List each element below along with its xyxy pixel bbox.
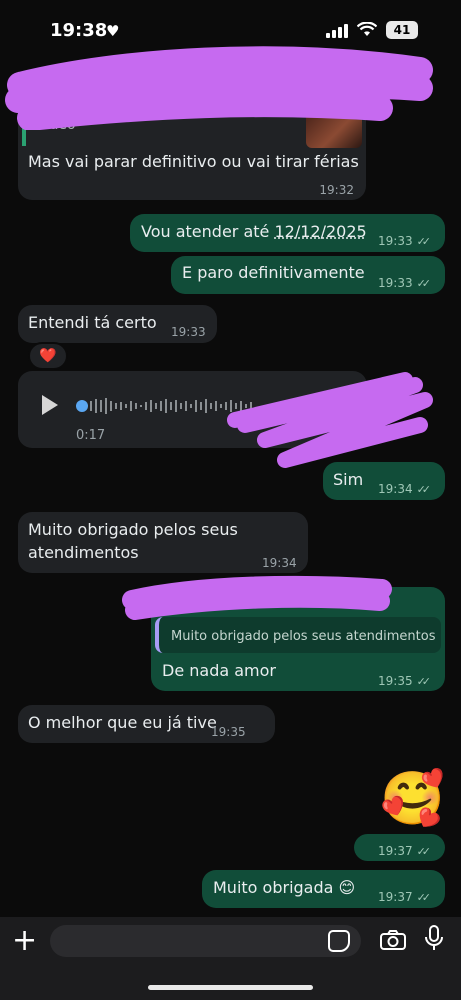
message-time: 19:35 ✓✓ — [378, 674, 431, 688]
sticker-icon[interactable] — [328, 930, 350, 952]
message-time: 19:33 ✓✓ — [378, 276, 431, 290]
emoji-message[interactable]: 🥰 — [380, 768, 445, 829]
message-text: O melhor que eu já tive — [28, 713, 217, 732]
play-icon[interactable] — [42, 395, 58, 415]
message-bubble-outgoing[interactable]: E paro definitivamente 19:33 ✓✓ — [171, 256, 445, 294]
message-time: 19:33 — [171, 325, 206, 339]
message-bubble-outgoing[interactable]: Sim 19:34 ✓✓ — [323, 462, 445, 500]
message-bubble-incoming[interactable]: O melhor que eu já tive 19:35 — [18, 705, 275, 743]
message-time: 19:34 — [262, 556, 297, 570]
message-text-line: Muito obrigado pelos seus — [28, 520, 238, 539]
message-text: Entendi tá certo — [28, 313, 157, 332]
message-bubble-outgoing[interactable]: Vou atender até 12/12/2025 19:33 ✓✓ — [130, 214, 445, 252]
camera-icon[interactable] — [380, 929, 406, 957]
message-text: Vou atender até 12/12/2025 — [141, 222, 367, 241]
message-text: De nada amor — [162, 661, 276, 680]
message-time: 19:35 — [211, 725, 246, 739]
message-text: E paro definitivamente — [182, 263, 365, 282]
mic-icon[interactable] — [424, 925, 444, 957]
quoted-text: Muito obrigado pelos seus atendimentos — [171, 629, 436, 644]
message-text-line: atendimentos — [28, 543, 139, 562]
message-time: 19:37 ✓✓ — [378, 890, 431, 904]
redaction-scribble — [5, 46, 433, 130]
message-input[interactable] — [50, 925, 361, 957]
date-link[interactable]: 12/12/2025 — [274, 222, 366, 241]
message-bubble-incoming[interactable]: Entendi tá certo 19:33 — [18, 305, 217, 343]
message-bubble-outgoing[interactable]: 19:37 ✓✓ — [354, 834, 445, 861]
message-time: 19:37 ✓✓ — [378, 844, 431, 858]
message-text: Sim — [333, 470, 364, 489]
message-text: Mas vai parar definitivo ou vai tirar fé… — [28, 152, 359, 171]
message-bubble-incoming[interactable]: Muito obrigado pelos seus atendimentos 1… — [18, 512, 308, 573]
message-time: 19:32 — [319, 183, 354, 197]
message-bubble-outgoing[interactable]: Muito obrigada 😊 19:37 ✓✓ — [202, 870, 445, 908]
voice-duration: 0:17 — [76, 428, 106, 443]
heart-reaction-badge[interactable]: ❤️ — [28, 342, 68, 370]
home-indicator[interactable] — [148, 985, 313, 990]
redaction-scribble — [122, 575, 392, 620]
message-time: 19:34 ✓✓ — [378, 482, 431, 496]
plus-icon[interactable]: + — [12, 923, 37, 958]
message-time: 19:33 ✓✓ — [378, 234, 431, 248]
redaction-scribble — [227, 372, 433, 468]
message-text: Muito obrigada 😊 — [213, 878, 356, 897]
